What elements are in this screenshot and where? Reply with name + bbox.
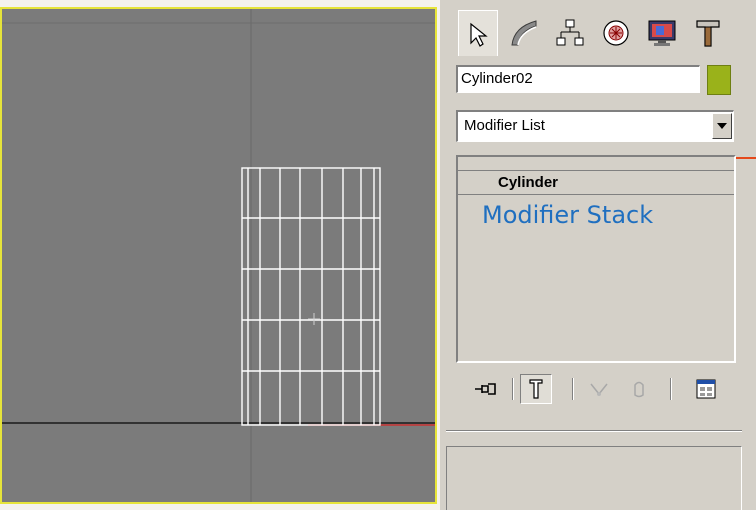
end-result-icon <box>529 379 543 399</box>
viewport[interactable] <box>0 7 437 504</box>
show-end-result-button[interactable] <box>520 374 552 404</box>
callout-marker <box>736 157 756 159</box>
configure-sets-button[interactable] <box>692 374 720 404</box>
tab-create[interactable] <box>458 10 498 56</box>
modifier-list-dropdown[interactable]: Modifier List <box>456 110 734 142</box>
display-icon <box>648 20 676 46</box>
modifier-stack[interactable]: Cylinder Modifier Stack <box>456 155 736 363</box>
pin-icon <box>475 383 496 395</box>
modifier-stack-annotation: Modifier Stack <box>482 201 654 229</box>
stack-toolbar <box>456 372 736 406</box>
cylinder-wireframe <box>241 167 381 426</box>
toolbar-separator <box>670 378 672 400</box>
modify-curve-icon <box>511 20 537 46</box>
viewport-canvas[interactable] <box>2 9 435 502</box>
toolbar-separator <box>512 378 514 400</box>
cursor-arrow-icon <box>470 22 488 47</box>
modifier-list-label: Modifier List <box>464 117 545 134</box>
motion-icon <box>603 20 629 46</box>
tab-motion[interactable] <box>596 10 636 56</box>
remove-modifier-icon <box>634 381 644 398</box>
parameters-rollout <box>446 446 742 510</box>
hammer-icon <box>696 20 720 47</box>
tab-display[interactable] <box>642 10 682 56</box>
hierarchy-icon <box>556 19 584 46</box>
pivot-marker <box>308 313 320 325</box>
toolbar-separator <box>572 378 574 400</box>
object-color-swatch[interactable] <box>707 65 731 95</box>
command-panel-tabs <box>448 10 748 60</box>
pin-stack-button[interactable] <box>472 374 502 404</box>
stack-item-cylinder[interactable]: Cylinder <box>458 171 734 195</box>
modifier-list-dropdown-button[interactable] <box>712 113 732 139</box>
configure-sets-icon <box>696 379 716 399</box>
tab-hierarchy[interactable] <box>550 10 590 56</box>
tab-modify[interactable] <box>504 10 544 56</box>
tab-utilities[interactable] <box>688 10 728 56</box>
make-unique-button[interactable] <box>586 374 612 404</box>
chevron-down-icon <box>717 123 727 129</box>
make-unique-icon <box>590 383 608 396</box>
remove-modifier-button[interactable] <box>626 374 652 404</box>
stack-header <box>458 157 734 171</box>
panel-divider <box>446 430 742 432</box>
object-name-field[interactable]: Cylinder02 <box>456 65 700 93</box>
